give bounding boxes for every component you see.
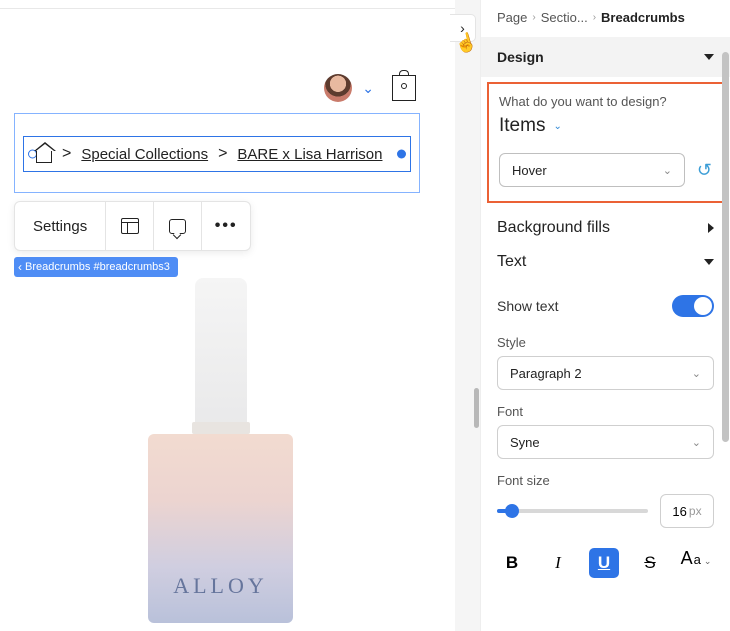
layout-button[interactable] <box>106 202 154 250</box>
font-label: Font <box>497 404 714 419</box>
design-question: What do you want to design? <box>499 94 712 109</box>
strikethrough-button[interactable]: S <box>635 548 665 578</box>
show-text-toggle[interactable] <box>672 295 714 317</box>
layout-icon <box>121 218 139 234</box>
home-icon[interactable] <box>36 149 52 163</box>
chevron-down-icon <box>704 54 714 60</box>
font-select[interactable]: Syne ⌄ <box>497 425 714 459</box>
more-button[interactable]: ••• <box>202 202 250 250</box>
product-brand: ALLOY <box>148 573 293 599</box>
scrollbar[interactable] <box>722 52 729 442</box>
font-size-slider[interactable] <box>497 509 648 513</box>
crumb-page[interactable]: Page <box>497 10 527 25</box>
breadcrumbs-element[interactable]: > Special Collections > BARE x Lisa Harr… <box>23 136 411 172</box>
element-tag[interactable]: Breadcrumbs #breadcrumbs3 <box>14 257 178 277</box>
dots-icon: ••• <box>215 217 238 235</box>
breadcrumb-separator: > <box>218 145 227 163</box>
format-toolbar: B I U S Aa⌄ <box>481 528 730 578</box>
panel-resize-handle[interactable] <box>474 388 479 428</box>
chevron-down-icon: ⌄ <box>692 436 701 449</box>
style-select[interactable]: Paragraph 2 ⌄ <box>497 356 714 390</box>
panel-collapse-handle[interactable]: › <box>450 14 476 42</box>
resize-handle-right[interactable] <box>397 150 406 159</box>
show-text-label: Show text <box>497 298 558 314</box>
avatar[interactable] <box>324 74 352 102</box>
slider-thumb[interactable] <box>505 504 519 518</box>
reset-state-icon[interactable]: ↺ <box>697 160 712 181</box>
italic-button[interactable]: I <box>543 548 573 578</box>
chevron-down-icon: ⌄ <box>663 164 672 177</box>
text-section-header[interactable]: Text <box>481 247 730 281</box>
text-case-button[interactable]: Aa⌄ <box>681 548 711 578</box>
chevron-down-icon[interactable]: ⌄ <box>362 80 374 97</box>
background-fills-header[interactable]: Background fills <box>481 205 730 247</box>
underline-button[interactable]: U <box>589 548 619 578</box>
chevron-right-icon <box>708 223 714 233</box>
product-image: ALLOY <box>148 278 293 623</box>
state-select[interactable]: Hover ⌄ <box>499 153 685 187</box>
breadcrumb-link-2[interactable]: BARE x Lisa Harrison <box>237 146 382 163</box>
store-header: ⌄ <box>0 65 430 111</box>
design-panel: Page › Sectio... › Breadcrumbs Design Wh… <box>480 0 730 631</box>
design-section-header[interactable]: Design <box>481 37 730 77</box>
crumb-current: Breadcrumbs <box>601 10 685 25</box>
chevron-down-icon: ⌄ <box>553 121 561 132</box>
breadcrumb-link-1[interactable]: Special Collections <box>81 146 208 163</box>
cart-icon[interactable] <box>392 75 416 101</box>
font-size-label: Font size <box>497 473 714 488</box>
breadcrumb-separator: > <box>62 145 71 163</box>
font-size-input[interactable]: 16px <box>660 494 714 528</box>
design-target-group: What do you want to design? Items ⌄ Hove… <box>487 82 724 203</box>
crumb-section[interactable]: Sectio... <box>541 10 588 25</box>
panel-breadcrumb: Page › Sectio... › Breadcrumbs <box>481 0 730 37</box>
chevron-down-icon <box>704 259 714 265</box>
bold-button[interactable]: B <box>497 548 527 578</box>
design-target-select[interactable]: Items ⌄ <box>499 115 712 137</box>
chevron-down-icon: ⌄ <box>692 367 701 380</box>
style-label: Style <box>497 335 714 350</box>
floating-toolbar: Settings ••• <box>14 201 251 251</box>
speech-icon <box>169 219 186 234</box>
settings-button[interactable]: Settings <box>15 202 106 250</box>
comment-button[interactable] <box>154 202 202 250</box>
